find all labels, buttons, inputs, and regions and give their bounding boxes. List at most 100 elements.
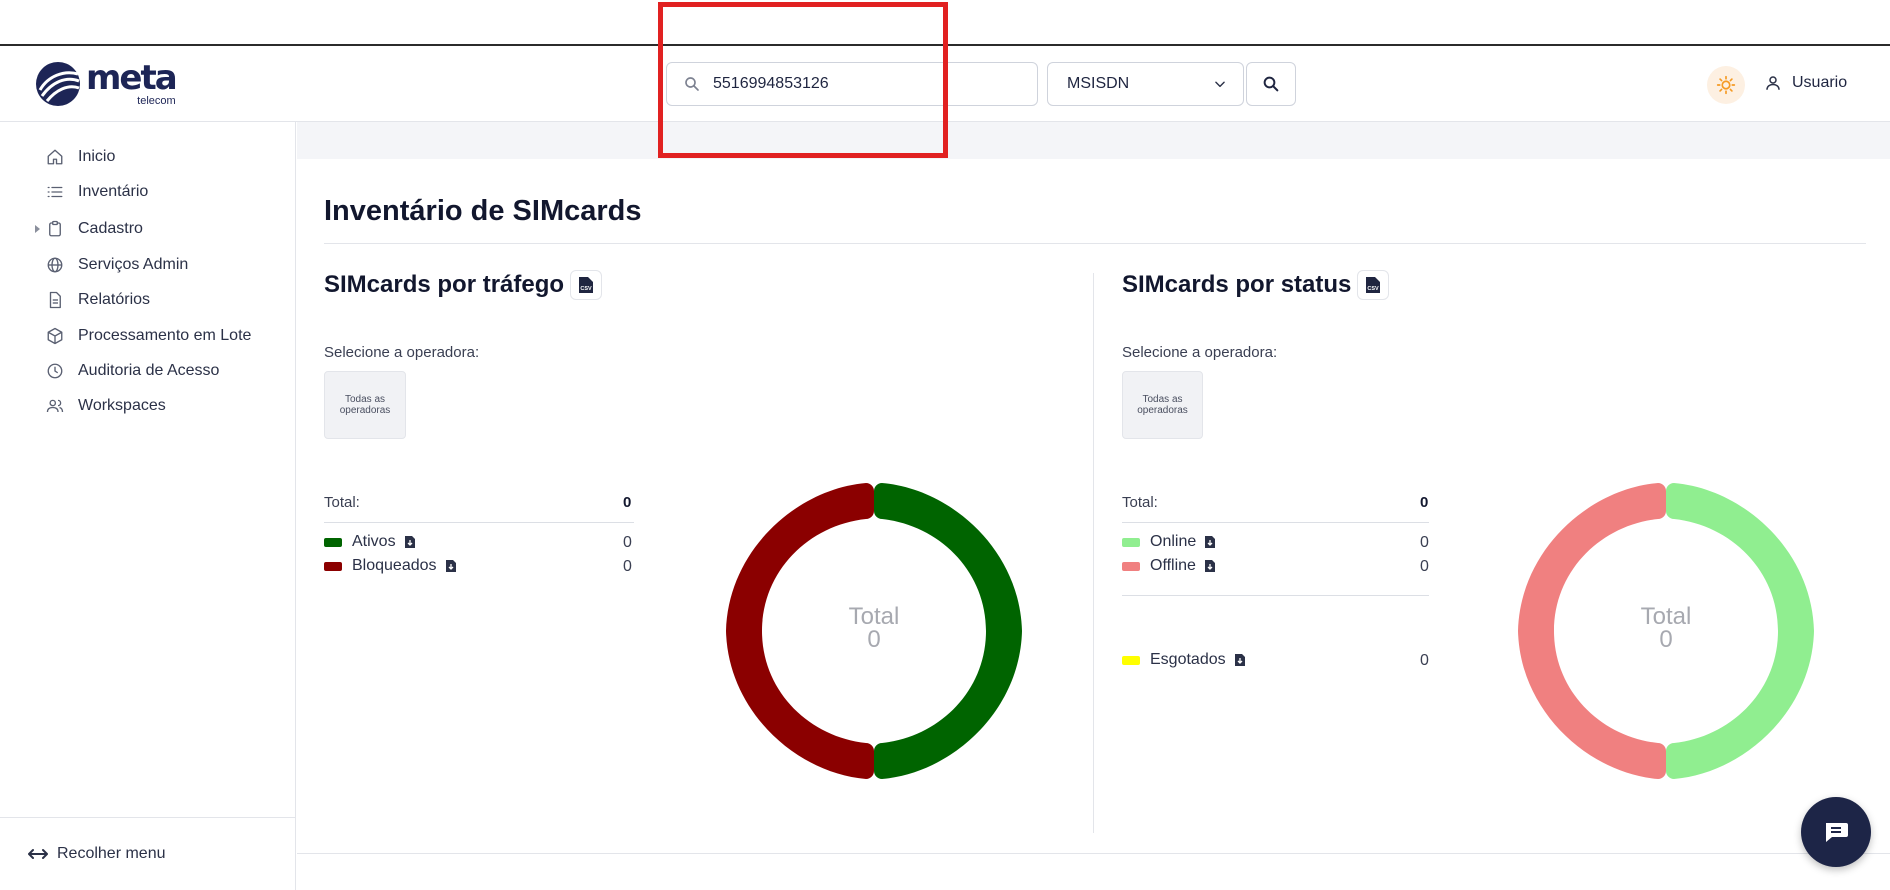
- panel-divider: [1093, 273, 1094, 833]
- chat-icon: [1826, 823, 1848, 842]
- collapse-menu-area: Recolher menu: [0, 817, 295, 890]
- title-divider: [324, 243, 1866, 244]
- traffic-donut-center: Total 0: [724, 605, 1024, 653]
- status-total-divider: [1122, 522, 1429, 523]
- legend-esgotados: Esgotados: [1122, 651, 1246, 669]
- sidebar-item-label: Auditoria de Acesso: [78, 362, 220, 379]
- status-title-text: SIMcards por status: [1122, 271, 1352, 298]
- donut-center-value: 0: [867, 626, 881, 653]
- users-icon: [46, 399, 64, 413]
- search-field[interactable]: [666, 62, 1038, 106]
- content-bottom-divider: [297, 853, 1890, 854]
- sidebar-item-workspaces[interactable]: Workspaces: [46, 397, 166, 415]
- traffic-operator-all-button[interactable]: Todas as operadoras: [324, 371, 406, 439]
- esgotados-swatch: [1122, 655, 1140, 665]
- page-title: Inventário de SIMcards: [324, 195, 642, 227]
- traffic-operator-label: Selecione a operadora:: [324, 344, 480, 361]
- traffic-total-value: 0: [623, 494, 632, 511]
- user-menu[interactable]: Usuario: [1764, 74, 1847, 92]
- sidebar-item-cadastro[interactable]: Cadastro: [46, 220, 143, 238]
- legend-label: Ativos: [352, 533, 396, 550]
- status-legend-divider: [1122, 595, 1429, 596]
- search-input[interactable]: [713, 75, 1013, 93]
- esgotados-value: 0: [1420, 652, 1429, 669]
- sidebar-item-label: Processamento em Lote: [78, 327, 252, 344]
- sidebar-item-processamento-em-lote[interactable]: Processamento em Lote: [46, 327, 251, 345]
- collapse-menu-label: Recolher menu: [57, 845, 166, 862]
- sidebar-item-auditoria-de-acesso[interactable]: Auditoria de Acesso: [46, 362, 219, 380]
- sidebar-item-label: Inicio: [78, 148, 116, 165]
- theme-toggle-button[interactable]: [1707, 66, 1745, 104]
- sidebar: Inicio Inventário Cadastro Serviços Admi…: [0, 122, 296, 890]
- chevron-down-icon: [1215, 81, 1225, 88]
- logo-word: meta: [86, 58, 178, 98]
- box-icon: [47, 327, 63, 345]
- legend-label: Esgotados: [1150, 651, 1226, 668]
- traffic-csv-button[interactable]: CSV: [570, 270, 603, 300]
- search-type-select[interactable]: MSISDN: [1047, 62, 1244, 106]
- user-icon: [1766, 76, 1780, 90]
- search-icon: [685, 77, 699, 91]
- meta-telecom-logo[interactable]: meta telecom: [34, 58, 178, 108]
- arrows-horizontal-icon: [28, 849, 48, 859]
- legend-bloqueados: Bloqueados: [324, 557, 457, 575]
- collapse-menu-button[interactable]: Recolher menu: [28, 845, 166, 863]
- top-header: meta telecom MSISDN Usuario: [0, 46, 1890, 122]
- donut-center-value: 0: [1659, 626, 1673, 653]
- search-button[interactable]: [1246, 62, 1296, 106]
- download-file-icon[interactable]: [1204, 559, 1216, 573]
- legend-label: Offline: [1150, 557, 1196, 574]
- logo-subtext: telecom: [137, 95, 176, 107]
- svg-text:CSV: CSV: [580, 286, 592, 292]
- browser-top-strip: [0, 0, 1890, 46]
- sidebar-item-inventario[interactable]: Inventário: [46, 183, 148, 201]
- traffic-total-divider: [324, 522, 634, 523]
- online-value: 0: [1420, 534, 1429, 551]
- sidebar-item-label: Relatórios: [78, 291, 151, 308]
- download-file-icon[interactable]: [1204, 535, 1216, 549]
- status-total-value: 0: [1420, 494, 1429, 511]
- ativos-swatch: [324, 537, 342, 547]
- download-file-icon[interactable]: [404, 535, 416, 549]
- legend-online: Online: [1122, 533, 1216, 551]
- offline-swatch: [1122, 561, 1140, 571]
- expand-caret-icon[interactable]: [35, 225, 40, 233]
- clock-icon: [47, 363, 63, 379]
- status-csv-button[interactable]: CSV: [1357, 270, 1390, 300]
- svg-text:CSV: CSV: [1368, 286, 1380, 292]
- sidebar-item-label: Workspaces: [78, 397, 166, 414]
- clipboard-icon: [49, 220, 61, 237]
- legend-ativos: Ativos: [324, 533, 416, 551]
- download-file-icon[interactable]: [445, 559, 457, 573]
- sidebar-item-servicos-admin[interactable]: Serviços Admin: [46, 256, 188, 274]
- offline-value: 0: [1420, 558, 1429, 575]
- status-operator-all-button[interactable]: Todas as operadoras: [1122, 371, 1203, 439]
- status-total-label: Total:: [1122, 494, 1158, 511]
- chat-support-button[interactable]: [1801, 797, 1871, 867]
- csv-file-icon: CSV: [1366, 277, 1381, 293]
- status-donut-center: Total 0: [1516, 603, 1816, 653]
- bloqueados-swatch: [324, 561, 342, 571]
- list-icon: [47, 186, 63, 198]
- sun-icon: [1716, 75, 1736, 95]
- sidebar-item-inicio[interactable]: Inicio: [46, 148, 115, 166]
- user-label: Usuario: [1792, 74, 1848, 91]
- document-icon: [49, 291, 61, 309]
- sidebar-item-label: Serviços Admin: [78, 256, 189, 273]
- sidebar-item-relatorios[interactable]: Relatórios: [46, 291, 150, 309]
- traffic-total-label: Total:: [324, 494, 360, 511]
- search-type-value: MSISDN: [1067, 75, 1130, 92]
- logo-globe-icon: [36, 62, 80, 106]
- home-icon: [47, 149, 63, 165]
- traffic-title-text: SIMcards por tráfego: [324, 271, 565, 298]
- sidebar-item-label: Inventário: [78, 183, 149, 200]
- legend-offline: Offline: [1122, 557, 1216, 575]
- download-file-icon[interactable]: [1234, 653, 1246, 667]
- legend-label: Online: [1150, 533, 1197, 550]
- donut-center-label: Total: [1640, 603, 1692, 630]
- content-top-band: [297, 122, 1890, 159]
- search-icon: [1263, 76, 1279, 92]
- sidebar-item-label: Cadastro: [78, 220, 143, 237]
- bloqueados-value: 0: [623, 558, 632, 575]
- legend-label: Bloqueados: [352, 557, 437, 574]
